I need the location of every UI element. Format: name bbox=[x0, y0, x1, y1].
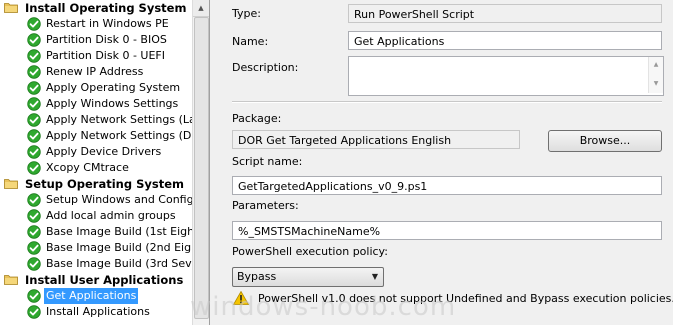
tree-item[interactable]: Apply Device Drivers bbox=[0, 144, 209, 160]
green-check-icon bbox=[27, 161, 41, 175]
name-field[interactable]: Get Applications bbox=[348, 31, 662, 50]
green-check-icon bbox=[27, 289, 41, 303]
tree-item-label: Xcopy CMtrace bbox=[46, 161, 129, 174]
tree-item-label: Partition Disk 0 - UEFI bbox=[46, 49, 165, 62]
tree-list: Install Operating System Restart in Windo… bbox=[0, 0, 209, 320]
green-check-icon bbox=[27, 97, 41, 111]
script-name-field[interactable]: GetTargetedApplications_v0_9.ps1 bbox=[232, 176, 662, 195]
tree-item-label: Partition Disk 0 - BIOS bbox=[46, 33, 167, 46]
script-name-label: Script name: bbox=[232, 155, 303, 168]
description-label: Description: bbox=[232, 61, 299, 74]
policy-label: PowerShell execution policy: bbox=[232, 245, 388, 258]
type-label: Type: bbox=[232, 7, 261, 20]
scroll-thumb[interactable] bbox=[194, 17, 209, 319]
green-check-icon bbox=[27, 81, 41, 95]
tree-item[interactable]: Apply Network Settings (Deskt bbox=[0, 128, 209, 144]
tree-group[interactable]: Setup Operating System bbox=[0, 176, 209, 192]
description-scrollbar[interactable]: ▲ ▼ bbox=[648, 57, 663, 93]
tree-item[interactable]: Get Applications bbox=[0, 288, 209, 304]
tree-item[interactable]: Install Applications bbox=[0, 304, 209, 320]
tree-item-label: Apply Device Drivers bbox=[46, 145, 162, 158]
tree-group[interactable]: Install User Applications bbox=[0, 272, 209, 288]
tree-item-label: Restart in Windows PE bbox=[46, 17, 169, 30]
tree-item[interactable]: Base Image Build (2nd Eight) bbox=[0, 240, 209, 256]
tree-item-label: Get Applications bbox=[44, 288, 139, 304]
task-sequence-folder-icon bbox=[4, 275, 18, 285]
section-divider bbox=[232, 101, 662, 103]
scroll-up-arrow-icon[interactable]: ▲ bbox=[193, 0, 209, 17]
task-sequence-folder-icon bbox=[4, 3, 18, 13]
warning-icon bbox=[233, 291, 249, 305]
package-label: Package: bbox=[232, 112, 282, 125]
green-check-icon bbox=[27, 65, 41, 79]
name-label: Name: bbox=[232, 35, 269, 48]
type-field: Run PowerShell Script bbox=[348, 4, 662, 23]
tree-item[interactable]: Add local admin groups bbox=[0, 208, 209, 224]
tree-item-label: Apply Operating System bbox=[46, 81, 181, 94]
tree-item-label: Apply Windows Settings bbox=[46, 97, 179, 110]
tree-item[interactable]: Base Image Build (3rd Seven) bbox=[0, 256, 209, 272]
tree-item[interactable]: Apply Windows Settings bbox=[0, 96, 209, 112]
green-check-icon bbox=[27, 49, 41, 63]
green-check-icon bbox=[27, 241, 41, 255]
parameters-label: Parameters: bbox=[232, 199, 299, 212]
tree-item[interactable]: Apply Operating System bbox=[0, 80, 209, 96]
scroll-up-arrow-icon[interactable]: ▲ bbox=[649, 57, 663, 75]
tree-group-label: Install User Applications bbox=[25, 273, 184, 287]
tree-group-label: Install Operating System bbox=[25, 1, 187, 15]
tree-item[interactable]: Xcopy CMtrace bbox=[0, 160, 209, 176]
tree-scrollbar[interactable]: ▲ bbox=[192, 0, 209, 325]
policy-value: Bypass bbox=[237, 270, 277, 283]
tree-item-label: Install Applications bbox=[46, 305, 150, 318]
tree-item-label: Base Image Build (3rd Seven) bbox=[46, 257, 210, 270]
green-check-icon bbox=[27, 113, 41, 127]
task-sequence-folder-icon bbox=[4, 179, 18, 189]
green-check-icon bbox=[27, 145, 41, 159]
execution-policy-select[interactable]: Bypass ▼ bbox=[232, 267, 384, 287]
tree-group-label: Setup Operating System bbox=[25, 177, 185, 191]
chevron-down-icon: ▼ bbox=[371, 272, 378, 281]
tree-item[interactable]: Base Image Build (1st Eight) bbox=[0, 224, 209, 240]
tree-item-label: Apply Network Settings (Laptop bbox=[46, 113, 210, 126]
package-field: DOR Get Targeted Applications English bbox=[232, 130, 520, 149]
tree-item[interactable]: Setup Windows and Configura bbox=[0, 192, 209, 208]
description-field[interactable]: ▲ ▼ bbox=[348, 56, 664, 96]
tree-item[interactable]: Partition Disk 0 - UEFI bbox=[0, 48, 209, 64]
green-check-icon bbox=[27, 305, 41, 319]
tree-item[interactable]: Renew IP Address bbox=[0, 64, 209, 80]
tree-item-label: Setup Windows and Configura bbox=[46, 193, 210, 206]
green-check-icon bbox=[27, 129, 41, 143]
tree-item-label: Renew IP Address bbox=[46, 65, 144, 78]
green-check-icon bbox=[27, 257, 41, 271]
tree-item-label: Base Image Build (1st Eight) bbox=[46, 225, 203, 238]
green-check-icon bbox=[27, 33, 41, 47]
browse-button[interactable]: Browse... bbox=[548, 130, 662, 152]
green-check-icon bbox=[27, 209, 41, 223]
task-sequence-tree[interactable]: Install Operating System Restart in Windo… bbox=[0, 0, 210, 325]
parameters-field[interactable]: %_SMSTSMachineName% bbox=[232, 221, 662, 240]
green-check-icon bbox=[27, 225, 41, 239]
tree-item-label: Base Image Build (2nd Eight) bbox=[46, 241, 207, 254]
tree-item[interactable]: Restart in Windows PE bbox=[0, 16, 209, 32]
warning-text: PowerShell v1.0 does not support Undefin… bbox=[258, 292, 673, 305]
tree-group[interactable]: Install Operating System bbox=[0, 0, 209, 16]
scroll-down-arrow-icon[interactable]: ▼ bbox=[649, 75, 663, 93]
tree-item-label: Add local admin groups bbox=[46, 209, 176, 222]
tree-item-label: Apply Network Settings (Deskt bbox=[46, 129, 210, 142]
green-check-icon bbox=[27, 17, 41, 31]
tree-item[interactable]: Apply Network Settings (Laptop bbox=[0, 112, 209, 128]
properties-panel: Type: Run PowerShell Script Name: Get Ap… bbox=[210, 0, 673, 325]
tree-item[interactable]: Partition Disk 0 - BIOS bbox=[0, 32, 209, 48]
green-check-icon bbox=[27, 193, 41, 207]
